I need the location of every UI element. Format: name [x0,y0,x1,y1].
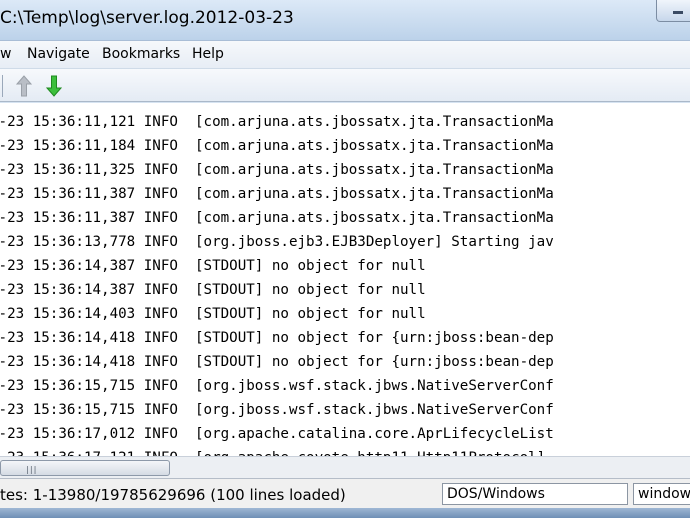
log-line: 3-23 15:36:11,387 INFO [com.arjuna.ats.j… [0,186,554,202]
log-line: 3-23 15:36:15,715 INFO [org.jboss.wsf.st… [0,402,554,418]
arrow-down-icon [45,75,63,97]
log-viewer-window: C:\Temp\log\server.log.2012-03-23 w Navi… [0,0,690,518]
log-line: 3-23 15:36:14,387 INFO [STDOUT] no objec… [0,258,426,274]
grip-icon: ||| [25,465,37,474]
log-line: 3-23 15:36:11,387 INFO [com.arjuna.ats.j… [0,210,554,226]
title-bar[interactable]: C:\Temp\log\server.log.2012-03-23 [0,0,690,40]
minimize-icon [673,11,683,14]
status-bytes: tes: 1-13980/19785629696 (100 lines load… [0,486,346,504]
log-line: 3-23 15:36:14,403 INFO [STDOUT] no objec… [0,306,426,322]
navigate-up-button[interactable] [12,73,36,99]
toolbar [0,68,690,102]
horizontal-scrollbar[interactable]: ||| [0,456,690,478]
log-line: 3-23 15:36:14,418 INFO [STDOUT] no objec… [0,354,554,370]
log-line: 3-23 15:36:15,715 INFO [org.jboss.wsf.st… [0,378,554,394]
window-bottom-border [0,508,690,518]
scrollbar-thumb[interactable]: ||| [0,460,170,476]
line-ending-field[interactable]: DOS/Windows [442,483,628,505]
log-line: 3-23 15:36:17,121 INFO [org.apache.coyot… [0,446,545,456]
minimize-button[interactable] [656,0,690,22]
window-title: C:\Temp\log\server.log.2012-03-23 [0,8,294,28]
log-line: 3-23 15:36:11,325 INFO [com.arjuna.ats.j… [0,162,554,178]
log-line: 3-23 15:36:14,418 INFO [STDOUT] no objec… [0,330,554,346]
menu-bookmarks[interactable]: Bookmarks [102,46,180,62]
toolbar-separator [2,75,3,97]
log-line: 3-23 15:36:13,778 INFO [org.jboss.ejb3.E… [0,234,554,250]
menu-navigate[interactable]: Navigate [27,46,90,62]
log-line: 3-23 15:36:11,184 INFO [com.arjuna.ats.j… [0,138,554,154]
arrow-up-icon [15,75,33,97]
encoding-field[interactable]: windows [633,483,690,505]
log-line: 3-23 15:36:14,387 INFO [STDOUT] no objec… [0,282,426,298]
menu-view[interactable]: w [0,46,11,62]
menu-help[interactable]: Help [192,46,224,62]
menu-bar: w Navigate Bookmarks Help [0,40,690,68]
status-bar: tes: 1-13980/19785629696 (100 lines load… [0,478,690,508]
log-line: 3-23 15:36:11,121 INFO [com.arjuna.ats.j… [0,114,554,130]
log-content[interactable]: 3-23 15:36:11,121 INFO [com.arjuna.ats.j… [0,103,690,456]
navigate-down-button[interactable] [42,73,66,99]
log-line: 3-23 15:36:17,012 INFO [org.apache.catal… [0,426,554,442]
